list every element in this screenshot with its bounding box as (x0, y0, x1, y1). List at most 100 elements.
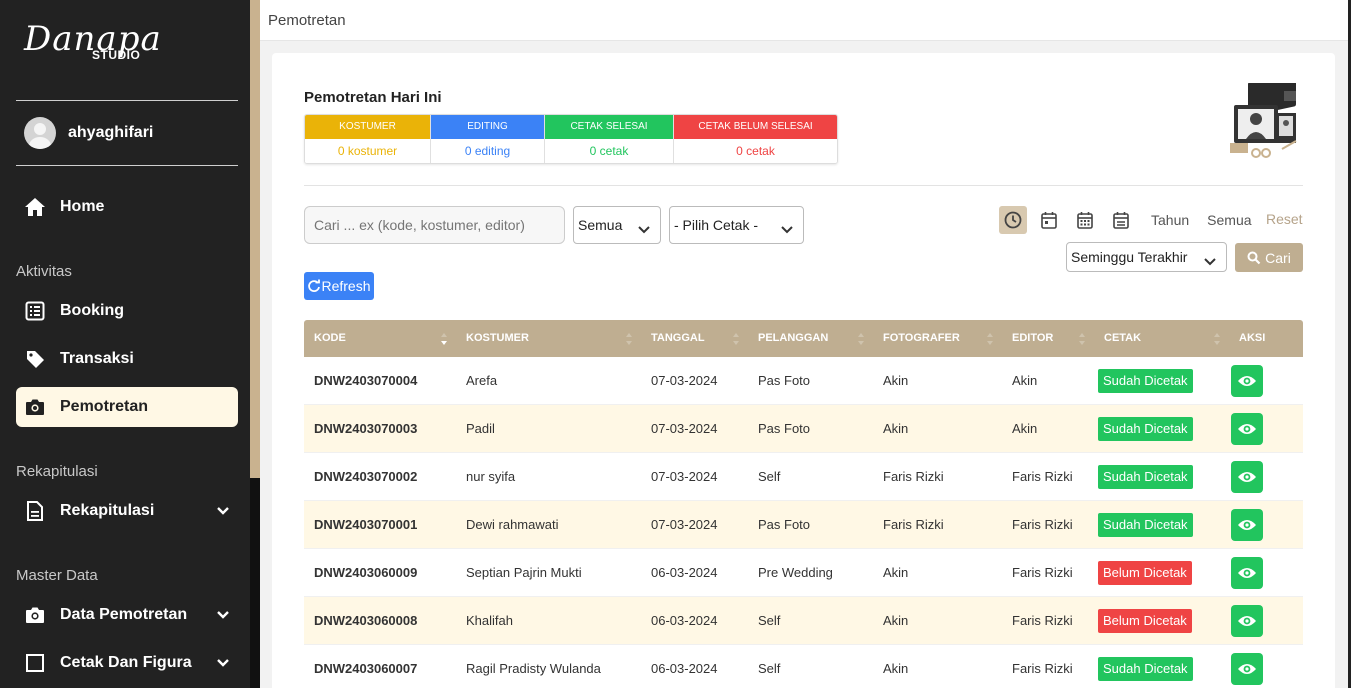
view-button[interactable] (1231, 508, 1263, 541)
sidebar-item-transaksi[interactable]: Transaksi (16, 339, 238, 379)
sort-icon (733, 333, 739, 345)
list-icon (24, 300, 46, 322)
status-select-value: Semua (578, 217, 623, 233)
cell-aksi (1229, 412, 1303, 445)
calendar-days-icon (1077, 212, 1093, 229)
summary-header: CETAK BELUM SELESAI (674, 115, 837, 139)
cetak-status-badge: Belum Dicetak (1098, 560, 1192, 585)
clock-icon (1004, 211, 1022, 229)
column-header-cetak[interactable]: CETAK (1094, 320, 1229, 357)
column-header-fotografer[interactable]: FOTOGRAFER (873, 320, 1002, 357)
column-header-kostumer[interactable]: KOSTUMER (456, 320, 641, 357)
cell-cetak: Sudah Dicetak (1094, 656, 1229, 681)
cell-pelanggan: Pas Foto (758, 373, 811, 388)
filter-week-button[interactable] (1035, 206, 1063, 234)
column-header-kode[interactable]: KODE (304, 320, 456, 357)
cell-pelanggan: Self (758, 469, 781, 484)
view-button[interactable] (1231, 604, 1263, 637)
table-row[interactable]: DNW2403060007 Ragil Pradisty Wulanda 06-… (304, 645, 1303, 688)
header-label: PELANGGAN (758, 332, 829, 344)
cell-aksi (1229, 364, 1303, 397)
cell-kostumer: nur syifa (466, 469, 516, 484)
search-button[interactable]: Cari (1235, 243, 1303, 272)
status-select[interactable]: Semua (573, 206, 661, 244)
cell-fotografer: Akin (883, 421, 909, 436)
column-header-editor[interactable]: EDITOR (1002, 320, 1094, 357)
cell-kostumer: Dewi rahmawati (466, 517, 559, 532)
chevron-down-icon (638, 221, 650, 237)
filter-tahun-button[interactable]: Tahun (1151, 212, 1189, 228)
sidebar-item-data-pemotretan[interactable]: Data Pemotretan (16, 595, 238, 635)
sidebar-item-cetak-figura[interactable]: Cetak Dan Figura (16, 643, 238, 683)
table-row[interactable]: DNW2403070001 Dewi rahmawati 07-03-2024 … (304, 501, 1303, 549)
cell-pelanggan: Self (758, 661, 781, 676)
cell-cetak: Sudah Dicetak (1094, 416, 1229, 441)
sidebar-item-rekapitulasi[interactable]: Rekapitulasi (16, 491, 238, 531)
sidebar-item-label: Cetak Dan Figura (60, 654, 192, 671)
user-profile[interactable]: ahyaghifari (0, 101, 250, 165)
username: ahyaghifari (68, 124, 154, 141)
summary-table: KOSTUMER 0 kostumer EDITING 0 editing CE… (304, 114, 838, 164)
view-button[interactable] (1231, 556, 1263, 589)
sidebar-item-label: Pemotretan (60, 398, 149, 415)
chevron-down-icon (781, 221, 793, 237)
cell-fotografer: Akin (883, 565, 909, 580)
filter-range-button[interactable] (1107, 206, 1135, 234)
cell-editor: Akin (1012, 373, 1038, 388)
camera-icon (24, 396, 46, 418)
cetak-status-badge: Sudah Dicetak (1098, 368, 1193, 393)
eye-icon (1238, 471, 1256, 482)
header-label: KODE (314, 332, 346, 344)
view-button[interactable] (1231, 460, 1263, 493)
table-row[interactable]: DNW2403070004 Arefa 07-03-2024 Pas Foto … (304, 357, 1303, 405)
section-rekapitulasi: Rekapitulasi (16, 463, 98, 480)
cell-pelanggan: Pas Foto (758, 421, 811, 436)
cetak-select[interactable]: - Pilih Cetak - (669, 206, 804, 244)
chevron-down-icon (216, 607, 230, 625)
cetak-select-value: - Pilih Cetak - (674, 217, 759, 233)
period-select[interactable]: Seminggu Terakhir (1066, 242, 1227, 272)
square-icon (24, 652, 46, 674)
sidebar-item-booking[interactable]: Booking (16, 291, 238, 331)
header-label: KOSTUMER (466, 332, 529, 344)
tag-icon (24, 348, 46, 370)
cell-aksi (1229, 604, 1303, 637)
header-label: TANGGAL (651, 332, 705, 344)
column-header-tanggal[interactable]: TANGGAL (641, 320, 748, 357)
table-row[interactable]: DNW2403070002 nur syifa 07-03-2024 Self … (304, 453, 1303, 501)
summary-value: 0 cetak (545, 139, 673, 163)
cell-aksi (1229, 556, 1303, 589)
cell-tanggal: 06-03-2024 (651, 565, 718, 580)
view-button[interactable] (1231, 652, 1263, 685)
filter-today-button[interactable] (999, 206, 1027, 234)
sidebar-scrollbar-track[interactable] (250, 0, 260, 478)
summary-header: EDITING (431, 115, 544, 139)
table-row[interactable]: DNW2403060009 Septian Pajrin Mukti 06-03… (304, 549, 1303, 597)
table-row[interactable]: DNW2403060008 Khalifah 06-03-2024 Self A… (304, 597, 1303, 645)
search-icon (1247, 251, 1261, 264)
filter-month-button[interactable] (1071, 206, 1099, 234)
cetak-status-badge: Sudah Dicetak (1098, 416, 1193, 441)
cell-fotografer: Akin (883, 661, 909, 676)
summary-value: 0 editing (431, 139, 544, 163)
sidebar-item-pemotretan[interactable]: Pemotretan (16, 387, 238, 427)
cell-editor: Faris Rizki (1012, 565, 1073, 580)
cell-kostumer: Khalifah (466, 613, 513, 628)
view-button[interactable] (1231, 364, 1263, 397)
table-body: DNW2403070004 Arefa 07-03-2024 Pas Foto … (304, 357, 1303, 688)
sidebar-item-home[interactable]: Home (16, 187, 238, 227)
column-header-pelanggan[interactable]: PELANGGAN (748, 320, 873, 357)
reset-button[interactable]: Reset (1266, 211, 1303, 227)
search-input[interactable] (304, 206, 565, 244)
table-row[interactable]: DNW2403070003 Padil 07-03-2024 Pas Foto … (304, 405, 1303, 453)
refresh-icon (308, 279, 321, 292)
page-title: Pemotretan (268, 12, 346, 29)
cell-cetak: Belum Dicetak (1094, 608, 1229, 633)
brand-logo[interactable]: Danapa STUDIO (0, 0, 250, 100)
view-button[interactable] (1231, 412, 1263, 445)
sort-icon (987, 333, 993, 345)
refresh-button[interactable]: Refresh (304, 272, 374, 300)
cell-editor: Faris Rizki (1012, 661, 1073, 676)
sort-icon (626, 333, 632, 345)
filter-semua-button[interactable]: Semua (1207, 212, 1251, 228)
